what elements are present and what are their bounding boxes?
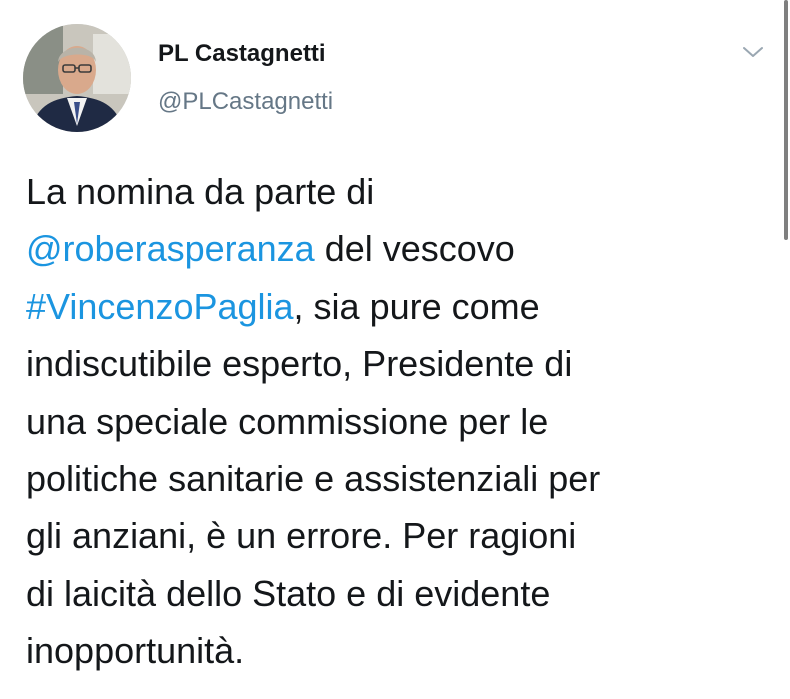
scrollbar[interactable]	[784, 0, 788, 240]
more-options-button[interactable]	[736, 38, 770, 66]
tweet-text-segment: La nomina da parte di	[26, 171, 375, 212]
display-name[interactable]: PL Castagnetti	[158, 40, 326, 68]
user-handle[interactable]: @PLCastagnetti	[158, 88, 333, 116]
tweet-line: di laicità dello Stato e di evidente	[26, 565, 761, 622]
avatar[interactable]	[23, 24, 131, 132]
tweet-line: La nomina da parte di	[26, 163, 761, 220]
tweet-text-segment: una speciale commissione per le	[26, 400, 549, 442]
tweet-text-segment: di laicità dello Stato e di evidente	[26, 572, 551, 614]
tweet-line: una speciale commissione per le	[26, 393, 761, 450]
tweet-line: gli anziani, è un errore. Per ragioni	[26, 507, 761, 564]
tweet-line: @roberasperanza del vescovo	[26, 220, 761, 277]
tweet-text-segment: del vescovo	[314, 228, 515, 270]
mention-link[interactable]: @roberasperanza	[26, 228, 315, 269]
hashtag-link[interactable]: #VincenzoPaglia	[26, 286, 294, 327]
chevron-down-icon	[743, 47, 763, 57]
tweet-text-segment: politiche sanitarie e assistenziali per	[26, 458, 601, 500]
tweet-line: inopportunità.	[26, 622, 761, 679]
profile-photo-icon	[23, 24, 131, 132]
tweet-line: indiscutibile esperto, Presidente di	[26, 335, 761, 392]
tweet-line: #VincenzoPaglia, sia pure come	[26, 278, 761, 335]
tweet-text: La nomina da parte di @roberasperanza del…	[26, 163, 761, 680]
tweet-text-segment: inopportunità.	[26, 630, 245, 672]
tweet-text-segment: indiscutibile esperto, Presidente di	[26, 343, 573, 385]
tweet-line: politiche sanitarie e assistenziali per	[26, 450, 761, 507]
tweet-text-segment: gli anziani, è un errore. Per ragioni	[26, 515, 577, 557]
tweet-text-segment: , sia pure come	[293, 285, 540, 327]
tweet-card: PL Castagnetti @PLCastagnetti La nomina …	[0, 0, 790, 699]
